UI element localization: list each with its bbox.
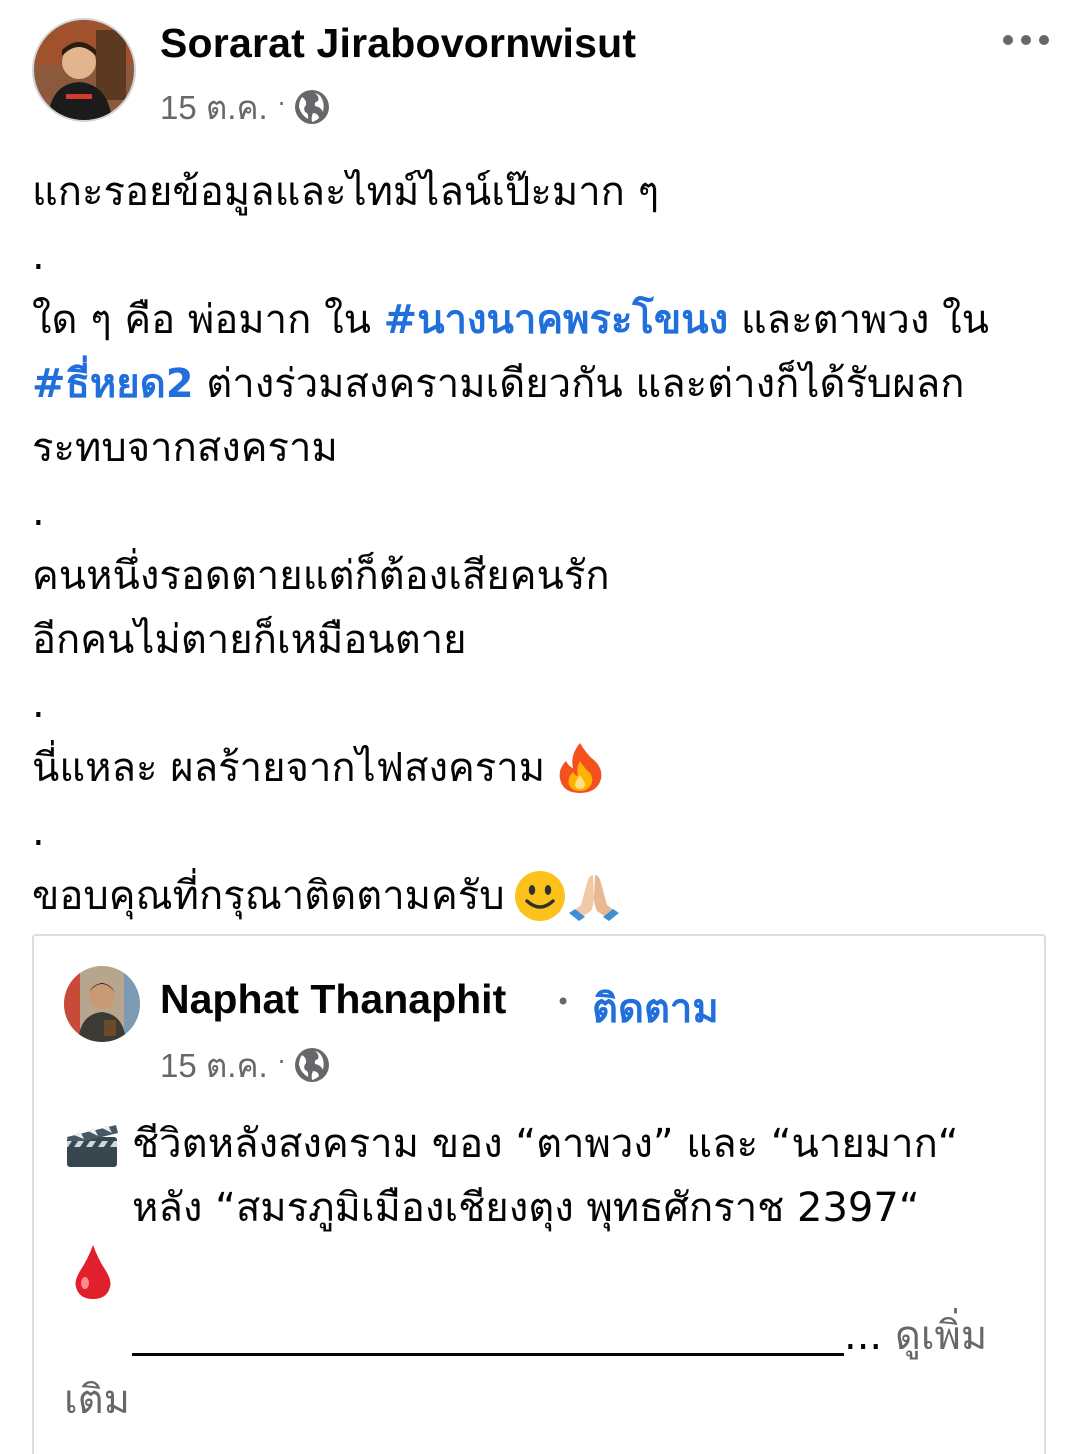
shared-line: หลัง “สมรภูมิเมืองเชียงตุง พุทธศักราช 23… <box>132 1185 920 1231</box>
clapperboard-emoji-icon <box>64 1119 120 1169</box>
pray-emoji-icon <box>567 869 621 923</box>
shared-line <box>64 1240 1024 1304</box>
post-line: ใด ๆ คือ พ่อมาก ใน #นางนาคพระโขนง และตาพ… <box>32 288 1072 352</box>
post-line: . <box>32 489 45 535</box>
follow-separator: • <box>556 988 571 1016</box>
post-line: ระทบจากสงคราม <box>32 425 338 471</box>
meta-separator: · <box>277 90 286 118</box>
shared-post-date[interactable]: 15 ต.ค. <box>160 1039 268 1092</box>
shared-author-avatar[interactable] <box>64 966 140 1042</box>
post-text-segment: ใด ๆ คือ พ่อมาก ใน <box>32 297 384 343</box>
ellipsis: ... <box>844 1313 895 1359</box>
post-text-segment: นี่แหละ ผลร้ายจากไฟสงคราม <box>32 745 546 791</box>
shared-line: ชีวิตหลังสงคราม ของ “ตาพวง” และ “นายมาก“ <box>64 1112 1024 1176</box>
shared-post-meta: 15 ต.ค. · <box>160 1042 331 1088</box>
post-header: Sorarat Jirabovornwisut 15 ต.ค. · <box>0 0 1080 150</box>
author-name[interactable]: Sorarat Jirabovornwisut <box>160 20 636 67</box>
post-line: . <box>32 681 45 727</box>
globe-icon <box>293 1046 331 1084</box>
divider-underscores <box>132 1317 844 1356</box>
post-line: . <box>32 233 45 279</box>
meta-separator: · <box>277 1048 286 1076</box>
post-line: . <box>32 809 45 855</box>
smile-emoji-icon <box>513 869 567 923</box>
post-line: นี่แหละ ผลร้ายจากไฟสงคราม <box>32 736 1072 800</box>
shared-text-segment: ชีวิตหลังสงคราม ของ “ตาพวง” และ “นายมาก“ <box>132 1121 959 1167</box>
post-body: แกะรอยข้อมูลและไทม์ไลน์เป๊ะมาก ๆ . ใด ๆ … <box>32 160 1072 928</box>
author-avatar[interactable] <box>34 20 134 120</box>
post-line: คนหนึ่งรอดตายแต่ก็ต้องเสียคนรัก <box>32 553 610 599</box>
see-more-link-continued[interactable]: เติม <box>64 1368 130 1432</box>
hashtag-link[interactable]: #ธี่หยด2 <box>32 352 194 416</box>
post-line: ขอบคุณที่กรุณาติดตามครับ <box>32 864 1072 928</box>
post-text-segment: ขอบคุณที่กรุณาติดตามครับ <box>32 873 505 919</box>
globe-icon <box>293 88 331 126</box>
blood-drop-emoji-icon <box>72 1243 114 1301</box>
fire-emoji-icon <box>553 741 607 795</box>
post-line: อีกคนไม่ตายก็เหมือนตาย <box>32 617 467 663</box>
more-options-icon[interactable] <box>1000 28 1052 52</box>
post-meta: 15 ต.ค. · <box>160 84 331 130</box>
shared-post-body: ชีวิตหลังสงคราม ของ “ตาพวง” และ “นายมาก“… <box>64 1112 1024 1432</box>
follow-button[interactable]: ติดตาม <box>592 976 719 1040</box>
see-more-link[interactable]: ดูเพิ่ม <box>895 1304 987 1368</box>
post-date[interactable]: 15 ต.ค. <box>160 81 268 134</box>
post-text-segment: และตาพวง ใน <box>728 297 990 343</box>
shared-post-card[interactable]: Naphat Thanaphit • ติดตาม 15 ต.ค. · ชีวิ… <box>32 934 1046 1454</box>
shared-line: เติม <box>64 1368 1024 1432</box>
post-text-segment: ต่างร่วมสงครามเดียวกัน และต่างก็ได้รับผล… <box>193 361 965 407</box>
hashtag-link[interactable]: #นางนาคพระโขนง <box>384 288 728 352</box>
shared-line: ... ดูเพิ่ม <box>64 1304 1024 1368</box>
post-line: แกะรอยข้อมูลและไทม์ไลน์เป๊ะมาก ๆ <box>32 169 660 215</box>
shared-author-name[interactable]: Naphat Thanaphit <box>160 976 506 1023</box>
post-line: #ธี่หยด2 ต่างร่วมสงครามเดียวกัน และต่างก… <box>32 352 1072 416</box>
